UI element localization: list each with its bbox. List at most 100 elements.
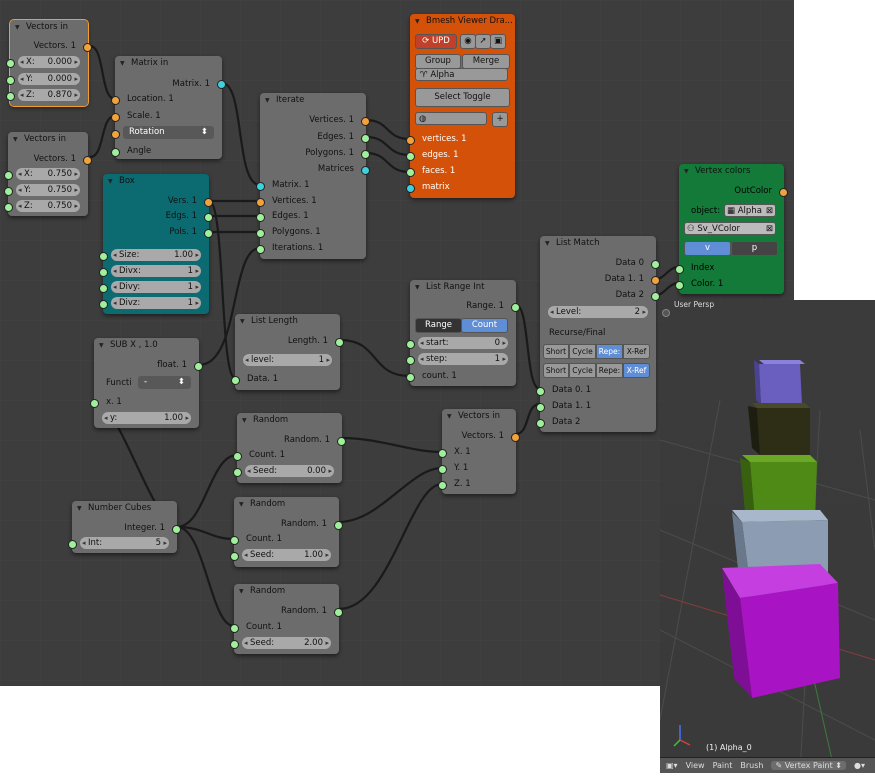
cycle-option[interactable]: Cycle [569,344,596,359]
eye-toggle[interactable]: ◉ [460,34,476,49]
output-socket[interactable] [217,80,226,89]
shading-icon[interactable]: ●▾ [854,761,865,770]
output-socket[interactable] [779,188,788,197]
x-field[interactable]: X: 0.750 [16,168,80,180]
start-field[interactable]: start: 0 [418,337,508,349]
output-socket[interactable] [361,166,370,175]
material-field[interactable]: ◍ [415,112,487,125]
output-socket[interactable] [511,433,520,442]
node-list-range-int[interactable]: List Range Int Range. 1 Range Count star… [406,280,520,386]
input-socket[interactable] [438,465,447,474]
add-material-button[interactable]: + [492,112,508,127]
y-field[interactable]: Y: 0.000 [18,73,80,85]
input-socket[interactable] [4,187,13,196]
cycle-option[interactable]: Cycle [569,363,596,378]
input-socket[interactable] [536,403,545,412]
range-mode-button[interactable]: Range [415,318,462,333]
input-socket[interactable] [406,356,415,365]
input-socket[interactable] [230,640,239,649]
mode-dropdown[interactable]: ✎ Vertex Paint ⬍ [771,761,847,770]
rotation-dropdown[interactable]: Rotation ⬍ [123,126,214,139]
short-option[interactable]: Short [543,344,569,359]
node-list-match[interactable]: List Match Data 0 Data 1. 1 Data 2 Level… [536,236,660,432]
output-socket[interactable] [334,521,343,530]
input-socket[interactable] [111,96,120,105]
seed-field[interactable]: Seed: 1.00 [242,549,331,561]
xref-option[interactable]: X-Ref [623,363,650,378]
node-matrix-in[interactable]: Matrix in Matrix. 1 Location. 1 Scale. 1… [111,56,226,159]
input-socket[interactable] [256,182,265,191]
input-socket[interactable] [111,148,120,157]
input-socket[interactable] [230,552,239,561]
node-sub[interactable]: SUB X , 1.0 float. 1 Functi -⬍ x. 1 y:1.… [90,338,203,428]
output-socket[interactable] [83,43,92,52]
input-socket[interactable] [256,245,265,254]
divx-field[interactable]: Divx: 1 [111,265,201,277]
node-random-3[interactable]: Random Random. 1 Count. 1 Seed: 2.00 [230,584,343,654]
x-field[interactable]: X: 0.000 [18,56,80,68]
input-socket[interactable] [675,281,684,290]
input-socket[interactable] [438,449,447,458]
input-socket[interactable] [111,113,120,122]
input-socket[interactable] [4,171,13,180]
output-socket[interactable] [204,213,213,222]
input-socket[interactable] [99,252,108,261]
input-socket[interactable] [406,168,415,177]
input-socket[interactable] [230,624,239,633]
input-socket[interactable] [99,300,108,309]
menu-view[interactable]: View [686,761,705,770]
viewport-corner-icon[interactable] [662,309,670,317]
node-vectors-in-1[interactable]: Vectors in Vectors. 1 X: 0.000 Y: 0.000 Z:… [6,19,92,107]
v-mode-button[interactable]: v [684,241,731,256]
output-socket[interactable] [334,608,343,617]
step-field[interactable]: step: 1 [418,353,508,365]
input-socket[interactable] [233,468,242,477]
size-field[interactable]: Size: 1.00 [111,249,201,261]
select-toggle-button[interactable]: Select Toggle [415,88,510,107]
input-socket[interactable] [256,229,265,238]
input-socket[interactable] [406,184,415,193]
input-socket[interactable] [6,92,15,101]
menu-brush[interactable]: Brush [740,761,763,770]
seed-field[interactable]: Seed: 2.00 [242,637,331,649]
input-socket[interactable] [99,268,108,277]
close-icon[interactable]: ⊠ [766,223,775,236]
input-socket[interactable] [90,399,99,408]
node-random-1[interactable]: Random Random. 1 Count. 1 Seed: 0.00 [233,413,346,483]
output-socket[interactable] [361,134,370,143]
close-icon[interactable]: ⊠ [766,205,775,218]
p-mode-button[interactable]: p [731,241,778,256]
vcolor-field[interactable]: ⚇ Sv_VColor ⊠ [684,222,776,235]
select-toggle[interactable]: ➚ [475,34,491,49]
input-socket[interactable] [406,136,415,145]
input-socket[interactable] [4,203,13,212]
node-random-2[interactable]: Random Random. 1 Count. 1 Seed: 1.00 [230,497,343,567]
input-socket[interactable] [536,387,545,396]
node-iterate[interactable]: Iterate Vertices. 1 Edges. 1 Polygons. 1… [256,93,370,259]
output-socket[interactable] [335,338,344,347]
3d-viewport[interactable]: (1) Alpha_0 [659,300,875,774]
seed-field[interactable]: Seed: 0.00 [245,465,334,477]
input-socket[interactable] [231,376,240,385]
output-socket[interactable] [204,229,213,238]
int-field[interactable]: Int: 5 [80,537,169,549]
input-socket[interactable] [68,540,77,549]
z-field[interactable]: Z: 0.870 [18,89,80,101]
node-bmesh-viewer[interactable]: Bmesh Viewer Dra... ⟳ UPD ◉ ➚ ▣ Group Me… [406,14,515,198]
input-socket[interactable] [230,536,239,545]
input-socket[interactable] [233,452,242,461]
node-list-length[interactable]: List Length Length. 1 level: 1 Data. 1 [231,314,344,390]
output-socket[interactable] [361,117,370,126]
output-socket[interactable] [361,150,370,159]
divz-field[interactable]: Divz: 1 [111,297,201,309]
y-field[interactable]: Y: 0.750 [16,184,80,196]
output-socket[interactable] [172,525,181,534]
node-vertex-colors[interactable]: Vertex colors OutColor object: ▦ Alpha⊠ … [675,164,788,294]
level-field[interactable]: Level: 2 [548,306,648,318]
output-socket[interactable] [83,156,92,165]
merge-button[interactable]: Merge [462,54,510,69]
z-field[interactable]: Z: 0.750 [16,200,80,212]
input-socket[interactable] [438,481,447,490]
xref-option[interactable]: X-Ref [623,344,650,359]
output-socket[interactable] [204,198,213,207]
